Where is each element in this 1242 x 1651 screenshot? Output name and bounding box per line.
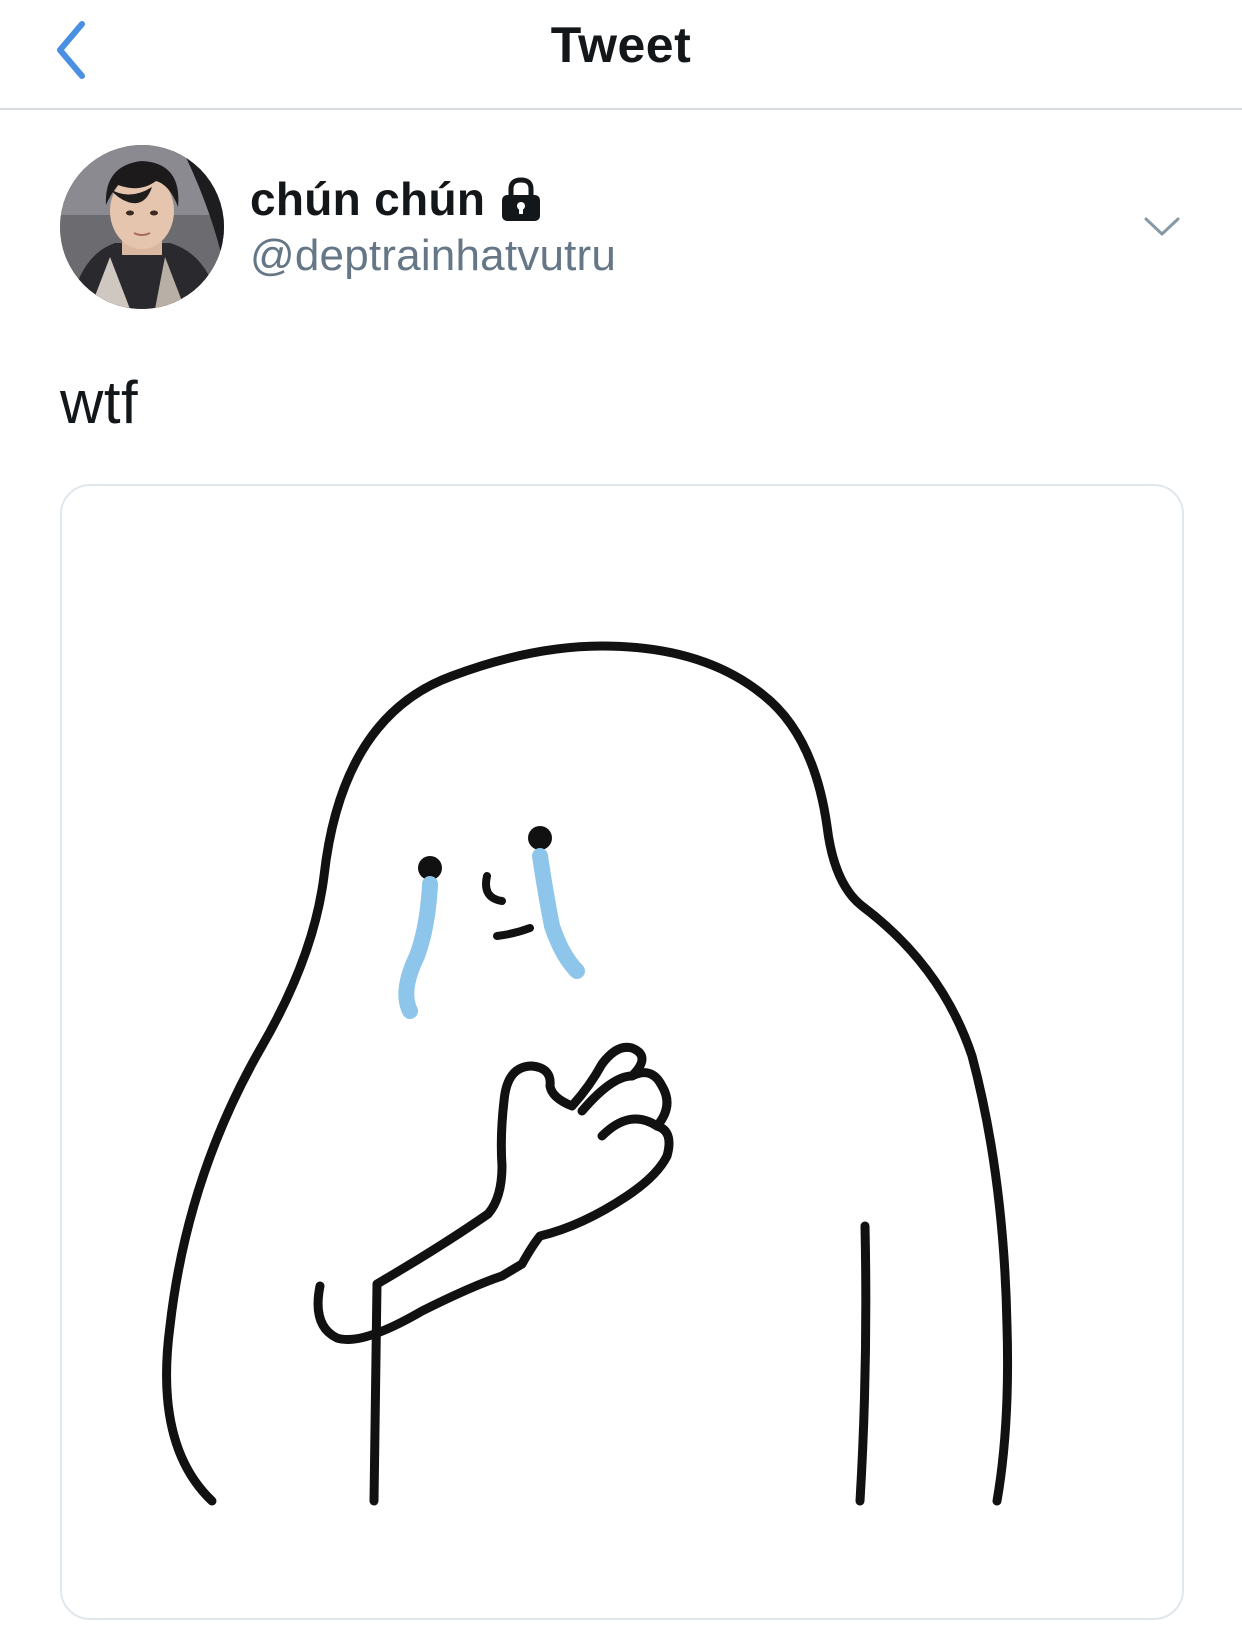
chevron-down-icon (1144, 217, 1180, 236)
crying-ghost-sticker (162, 641, 1013, 1506)
tweet-media[interactable] (60, 484, 1184, 1620)
tweet-header: chún chún @deptrainhatvutru (60, 145, 1190, 311)
navigation-bar: Tweet (0, 0, 1242, 110)
avatar[interactable] (60, 145, 224, 309)
avatar-image (60, 145, 224, 309)
user-handle[interactable]: @deptrainhatvutru (250, 231, 616, 281)
tweet-text: wtf (60, 369, 139, 436)
page-title: Tweet (550, 17, 692, 73)
display-name-row: chún chún (250, 171, 616, 227)
display-name[interactable]: chún chún (250, 172, 485, 226)
more-options-button[interactable] (1134, 201, 1190, 251)
lock-icon (502, 177, 541, 221)
author-info[interactable]: chún chún @deptrainhatvutru (250, 171, 616, 281)
